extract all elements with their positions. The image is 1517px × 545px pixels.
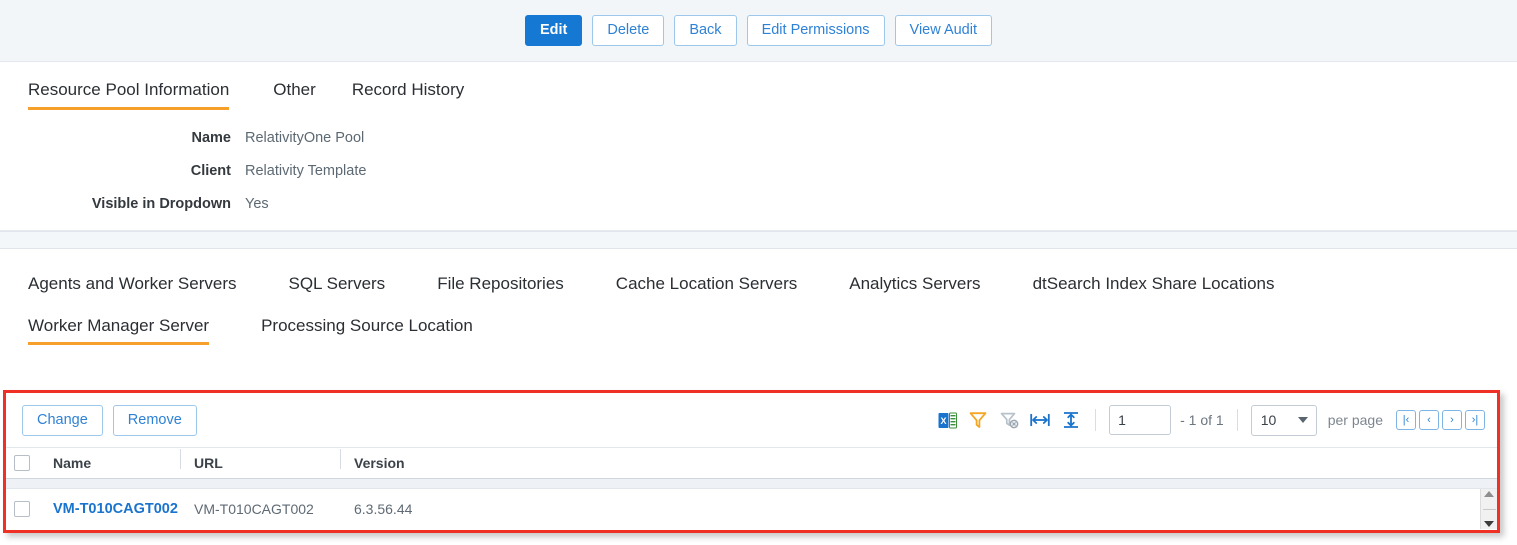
per-page-label: per page xyxy=(1327,412,1383,428)
subtab-file-repositories[interactable]: File Repositories xyxy=(437,274,564,303)
row-select-checkbox[interactable] xyxy=(14,501,30,517)
worker-manager-server-grid: Name URL Version VM-T010CAGT002 VM-T010C… xyxy=(6,447,1497,529)
per-page-select[interactable]: 10 xyxy=(1250,404,1317,436)
delete-button[interactable]: Delete xyxy=(592,15,665,46)
column-header-url[interactable]: URL xyxy=(180,449,348,471)
remove-button[interactable]: Remove xyxy=(112,404,197,436)
command-bar: Edit Delete Back Edit Permissions View A… xyxy=(0,0,1517,62)
subtab-cache-location-servers[interactable]: Cache Location Servers xyxy=(616,274,797,303)
toolbar-divider-1 xyxy=(1095,409,1097,431)
scroll-down-icon[interactable] xyxy=(1484,521,1494,527)
section-separator xyxy=(0,231,1517,249)
primary-tab-strip: Resource Pool Information Other Record H… xyxy=(0,62,1517,110)
visible-in-dropdown-label: Visible in Dropdown xyxy=(91,196,231,212)
svg-text:X: X xyxy=(940,416,946,426)
subtab-processing-source-location[interactable]: Processing Source Location xyxy=(261,316,473,345)
back-button[interactable]: Back xyxy=(674,15,737,46)
clear-filter-icon[interactable] xyxy=(998,410,1020,430)
page-number-input[interactable] xyxy=(1109,405,1172,435)
chevron-down-icon xyxy=(1297,417,1308,423)
field-row-visible-in-dropdown: Visible in Dropdown Yes xyxy=(0,196,1517,212)
grid-header-row: Name URL Version xyxy=(6,447,1497,479)
edit-permissions-button[interactable]: Edit Permissions xyxy=(746,15,885,46)
filter-icon[interactable] xyxy=(967,410,989,430)
export-to-excel-icon[interactable]: X xyxy=(936,410,958,430)
name-label: Name xyxy=(191,130,232,146)
secondary-tab-row-2: Worker Manager Server Processing Source … xyxy=(28,303,1517,345)
secondary-tab-row-1: Agents and Worker Servers SQL Servers Fi… xyxy=(28,261,1517,303)
column-header-version[interactable]: Version xyxy=(340,449,548,471)
visible-in-dropdown-value: Yes xyxy=(245,196,269,212)
grid-toolbar-actions: Change Remove xyxy=(22,404,197,436)
row-version-value: 6.3.56.44 xyxy=(354,501,413,517)
row-name-link[interactable]: VM-T010CAGT002 xyxy=(30,501,188,517)
client-label: Client xyxy=(190,163,231,179)
edit-button[interactable]: Edit xyxy=(525,15,583,46)
view-audit-button[interactable]: View Audit xyxy=(894,15,992,46)
table-row[interactable]: VM-T010CAGT002 VM-T010CAGT002 6.3.56.44 xyxy=(6,489,1497,529)
subtab-analytics-servers[interactable]: Analytics Servers xyxy=(849,274,980,303)
subtab-agents-and-worker-servers[interactable]: Agents and Worker Servers xyxy=(28,274,237,303)
pager-controls: |‹ ‹ › ›| xyxy=(1396,410,1485,430)
grid-header-separator xyxy=(6,479,1497,489)
scroll-up-icon[interactable] xyxy=(1484,491,1494,497)
change-button[interactable]: Change xyxy=(22,404,103,436)
per-page-value: 10 xyxy=(1260,412,1277,428)
toolbar-divider-2 xyxy=(1236,409,1238,431)
tab-record-history[interactable]: Record History xyxy=(352,80,486,110)
first-page-button[interactable]: |‹ xyxy=(1396,410,1416,430)
subtab-sql-servers[interactable]: SQL Servers xyxy=(289,274,386,303)
field-row-name: Name RelativityOne Pool xyxy=(0,130,1517,146)
client-value: Relativity Template xyxy=(245,163,367,179)
grid-vertical-scrollbar[interactable] xyxy=(1480,489,1497,529)
column-header-name[interactable]: Name xyxy=(30,455,188,471)
subtab-dtsearch-index-share-locations[interactable]: dtSearch Index Share Locations xyxy=(1033,274,1275,303)
select-all-checkbox[interactable] xyxy=(14,455,30,471)
page-range-label: - 1 of 1 xyxy=(1180,412,1224,428)
tab-resource-pool-information[interactable]: Resource Pool Information xyxy=(28,80,237,110)
row-url-value: VM-T010CAGT002 xyxy=(194,501,314,517)
previous-page-button[interactable]: ‹ xyxy=(1419,410,1439,430)
name-value: RelativityOne Pool xyxy=(245,130,365,146)
resource-pool-information-panel: Name RelativityOne Pool Client Relativit… xyxy=(0,110,1517,231)
grid-toolbar-controls: X 1 - 1 of 1 10 per page |‹ ‹ › ›| xyxy=(936,404,1485,436)
subtab-worker-manager-server[interactable]: Worker Manager Server xyxy=(28,316,210,345)
fit-columns-icon[interactable] xyxy=(1029,410,1051,430)
secondary-tab-strip: Agents and Worker Servers SQL Servers Fi… xyxy=(0,249,1517,345)
field-row-client: Client Relativity Template xyxy=(0,163,1517,179)
row-height-icon[interactable] xyxy=(1060,410,1082,430)
next-page-button[interactable]: › xyxy=(1442,410,1462,430)
highlight-box: Change Remove X 1 - 1 of 1 10 per page |… xyxy=(3,390,1500,533)
last-page-button[interactable]: ›| xyxy=(1465,410,1485,430)
tab-other[interactable]: Other xyxy=(273,80,338,110)
scrollbar-track xyxy=(1482,508,1496,510)
grid-toolbar: Change Remove X 1 - 1 of 1 10 per page |… xyxy=(6,393,1497,447)
